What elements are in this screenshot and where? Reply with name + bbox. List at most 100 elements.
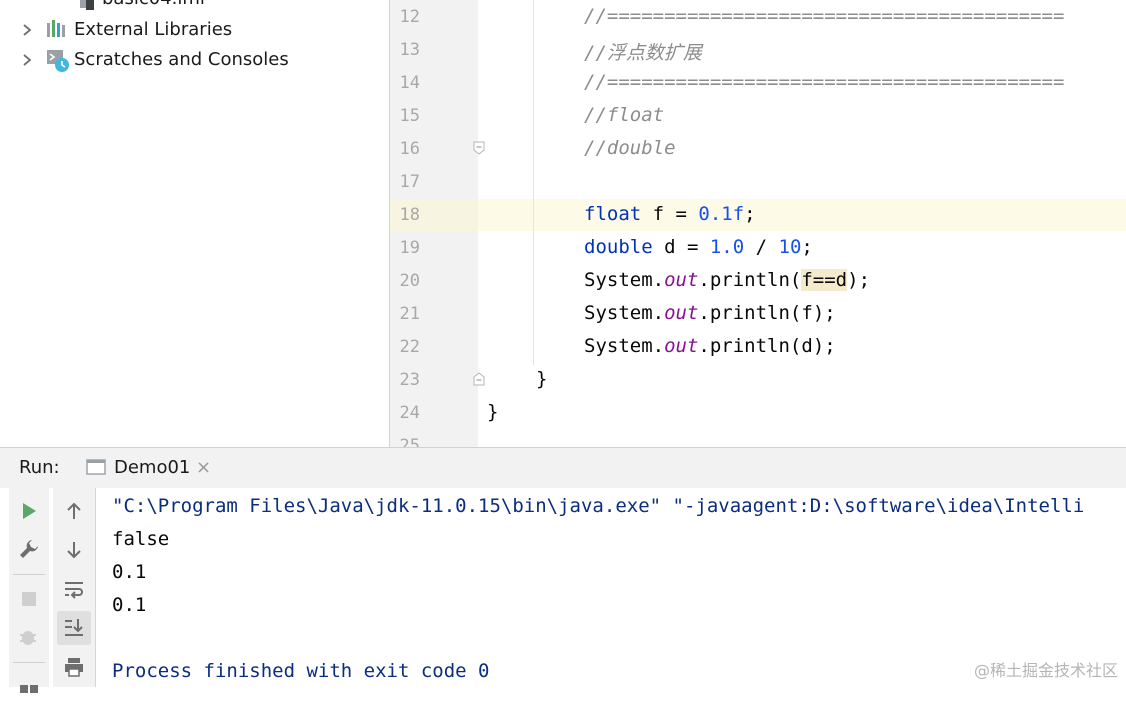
arrow-up-icon	[67, 502, 81, 519]
console-output-line: 0.1	[112, 561, 147, 583]
number-token: 0.1f	[698, 203, 745, 225]
number-token: 10	[778, 236, 802, 258]
scroll-up-button[interactable]	[57, 494, 91, 528]
layout-button[interactable]	[12, 668, 46, 702]
code-line-13: //浮点数扩展	[584, 42, 702, 64]
debug-icon	[20, 631, 36, 645]
code-line-15: //float	[584, 104, 665, 126]
current-line-highlight	[478, 199, 1126, 231]
tree-item-label: Scratches and Consoles	[74, 49, 289, 70]
scroll-down-button[interactable]	[57, 533, 91, 567]
file-icon	[80, 0, 94, 10]
settings-button[interactable]	[12, 532, 46, 566]
line-number: 18	[399, 205, 420, 225]
debug-button[interactable]	[12, 620, 46, 654]
rerun-button[interactable]	[12, 494, 46, 528]
code-token: );	[847, 269, 871, 291]
console-output-line: false	[112, 528, 170, 550]
keyword-token: float	[584, 203, 642, 225]
tree-item-label: basic04.iml	[102, 0, 205, 9]
code-token: d	[801, 335, 813, 357]
wrench-icon	[20, 540, 38, 558]
line-number: 16	[399, 139, 420, 159]
run-toolbar-secondary	[53, 488, 96, 687]
chevron-right-icon[interactable]	[20, 53, 34, 67]
code-token: ;	[801, 236, 813, 258]
code-line-18: float f = 0.1f;	[584, 203, 756, 225]
layout-icon	[20, 685, 38, 693]
code-line-16: //double	[584, 137, 676, 159]
line-number: 19	[399, 238, 420, 258]
code-token: .println(	[698, 302, 802, 324]
field-token: out	[664, 335, 699, 357]
line-number: 20	[399, 271, 420, 291]
code-line-23: }	[536, 368, 548, 390]
code-editor[interactable]: 12 13 14 15 16 17 18 19 20 21 22 23 24 2…	[390, 0, 1126, 447]
code-token: );	[812, 302, 836, 324]
soft-wrap-button[interactable]	[57, 572, 91, 606]
line-number: 14	[399, 73, 420, 93]
line-number: 15	[399, 106, 420, 126]
soft-wrap-icon	[65, 582, 83, 599]
fold-collapse-icon[interactable]	[473, 141, 485, 155]
code-token: ;	[744, 203, 756, 225]
scratches-icon	[47, 50, 69, 72]
code-line-20: System.out.println(f==d);	[584, 269, 870, 291]
run-tool-window: Run: Demo01 × "C:\Program Files\Java\jdk…	[0, 447, 1126, 693]
line-number: 17	[399, 172, 420, 192]
code-token: System.	[584, 335, 665, 357]
code-line-24: }	[487, 401, 499, 423]
code-token: f	[801, 302, 813, 324]
stop-icon	[22, 592, 36, 606]
print-button[interactable]	[57, 650, 91, 684]
code-line-12: //======================================…	[584, 5, 1065, 27]
code-token: System.	[584, 269, 665, 291]
code-line-19: double d = 1.0 / 10;	[584, 236, 813, 258]
fold-collapse-icon[interactable]	[473, 372, 485, 386]
project-tree-panel: basic04.iml External Libraries Scratches…	[0, 0, 389, 447]
line-number: 23	[399, 370, 420, 390]
tree-item-scratches[interactable]: Scratches and Consoles	[0, 45, 389, 75]
field-token: out	[664, 269, 699, 291]
scroll-to-end-icon	[65, 619, 83, 636]
code-token: d =	[652, 236, 710, 258]
watermark: @稀土掘金技术社区	[973, 661, 1118, 680]
code-token: /	[744, 236, 779, 258]
line-number: 24	[399, 403, 420, 423]
scroll-to-end-button[interactable]	[57, 611, 91, 645]
line-number: 25	[399, 436, 420, 447]
code-line-21: System.out.println(f);	[584, 302, 836, 324]
tab-demo01[interactable]: Demo01 ×	[76, 448, 226, 488]
tree-item-label: External Libraries	[74, 19, 233, 40]
code-token: System.	[584, 302, 665, 324]
stop-button[interactable]	[12, 582, 46, 616]
run-icon	[23, 503, 36, 519]
tab-close-button[interactable]: ×	[196, 457, 211, 478]
code-line-22: System.out.println(d);	[584, 335, 836, 357]
indent-guide	[533, 0, 534, 365]
arrow-down-icon	[67, 542, 81, 559]
number-token: 1.0	[709, 236, 745, 258]
library-icon	[47, 20, 65, 37]
chevron-right-icon[interactable]	[20, 23, 34, 37]
line-number: 12	[399, 7, 420, 27]
tree-item-partial[interactable]: basic04.iml	[0, 0, 389, 14]
highlighted-expression: f==d	[801, 269, 848, 291]
toolbar-separator	[13, 662, 45, 663]
run-title: Run:	[19, 457, 60, 478]
print-icon	[65, 658, 83, 677]
tree-item-external-libraries[interactable]: External Libraries	[0, 15, 389, 45]
console-tab-icon	[86, 459, 106, 475]
code-line-14: //======================================…	[584, 71, 1065, 93]
code-token: f =	[641, 203, 699, 225]
code-token: .println(	[698, 335, 802, 357]
toolbar-separator	[13, 574, 45, 575]
console-command-line: "C:\Program Files\Java\jdk-11.0.15\bin\j…	[112, 495, 1085, 517]
field-token: out	[664, 302, 699, 324]
keyword-token: double	[584, 236, 653, 258]
code-token: );	[812, 335, 836, 357]
line-number: 22	[399, 337, 420, 357]
line-number: 13	[399, 40, 420, 60]
code-token: .println(	[698, 269, 802, 291]
console-output-line: 0.1	[112, 594, 147, 616]
